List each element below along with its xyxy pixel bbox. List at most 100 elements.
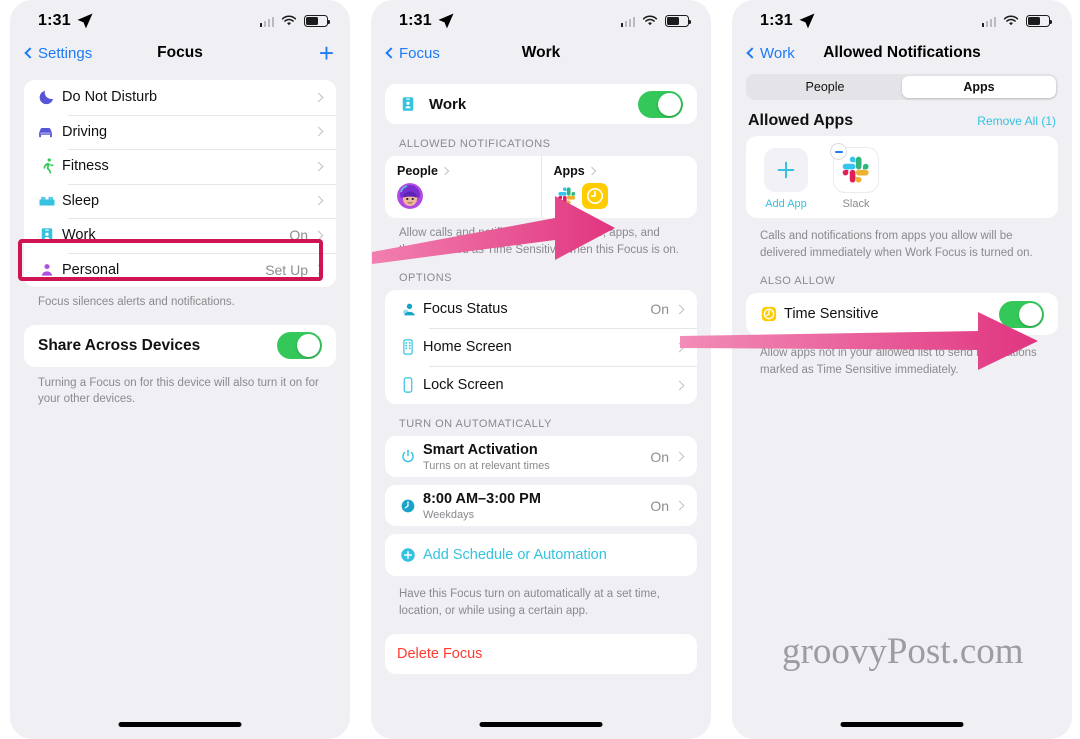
home-indicator [479, 722, 603, 727]
id-badge-icon [399, 95, 423, 113]
list-item-home-screen[interactable]: Home Screen [385, 328, 697, 366]
allowed-apps-header: Allowed Apps Remove All (1) [732, 100, 1072, 136]
work-focus-toggle-row[interactable]: Work [385, 84, 697, 124]
share-footnote: Turning a Focus on for this device will … [38, 376, 319, 406]
status-bar-indicators [259, 15, 331, 27]
focus-list-group: Do Not Disturb Driving Fitness Sleep Wor… [24, 80, 336, 287]
apps-card[interactable]: Apps [540, 156, 698, 218]
work-toggle-group: Work [385, 84, 697, 124]
time-sensitive-label: Time Sensitive [784, 306, 879, 323]
list-item-value: On [289, 227, 308, 244]
share-across-devices-label: Share Across Devices [38, 336, 201, 354]
schedule-title: 8:00 AM–3:00 PM [423, 491, 541, 508]
list-item-label: Lock Screen [423, 377, 504, 394]
allowed-app-slack[interactable]: Slack [830, 143, 882, 210]
add-schedule-or-automation-button[interactable]: Add Schedule or Automation [385, 534, 697, 576]
back-button-label: Work [760, 44, 795, 62]
remove-app-badge-icon[interactable] [830, 143, 847, 160]
list-item-fitness[interactable]: Fitness [24, 149, 336, 184]
focus-status-icon [399, 300, 423, 318]
nav-bar-focus: Settings Focus + [10, 36, 350, 70]
id-badge-icon [38, 226, 62, 244]
chevron-right-icon [313, 126, 324, 137]
list-item-lock-screen[interactable]: Lock Screen [385, 366, 697, 404]
time-sensitive-row[interactable]: Time Sensitive [746, 293, 1058, 335]
chevron-right-icon [313, 195, 324, 206]
list-item-schedule[interactable]: 8:00 AM–3:00 PM Weekdays On [385, 485, 697, 526]
list-item-value: On [650, 497, 669, 514]
location-arrow-icon [438, 13, 454, 29]
location-arrow-icon [799, 13, 815, 29]
chevron-right-icon [587, 166, 596, 176]
smart-activation-title: Smart Activation [423, 442, 538, 459]
status-time: 1:31 [38, 12, 71, 29]
bed-icon [38, 192, 62, 210]
back-button-label: Settings [38, 44, 93, 62]
chevron-right-icon [674, 304, 685, 315]
list-item-label: Do Not Disturb [62, 89, 158, 106]
auto-footnote: Have this Focus turn on automatically at… [399, 588, 660, 618]
time-sensitive-footnote: Allow apps not in your allowed list to s… [760, 347, 1037, 377]
schedule-text: 8:00 AM–3:00 PM Weekdays [423, 485, 650, 526]
nav-bar-work: Focus Work [371, 36, 711, 70]
chevron-right-icon [674, 500, 685, 511]
cellular-bars-icon [981, 16, 996, 27]
back-button-work[interactable]: Work [746, 44, 795, 62]
list-item-sleep[interactable]: Sleep [24, 183, 336, 219]
list-item-label: Fitness [62, 158, 109, 175]
apps-card-title: Apps [553, 164, 585, 178]
remove-all-button[interactable]: Remove All (1) [977, 114, 1056, 128]
tab-apps[interactable]: Apps [902, 76, 1056, 98]
list-item-do-not-disturb[interactable]: Do Not Disturb [24, 80, 336, 115]
list-item-focus-status[interactable]: Focus Status On [385, 290, 697, 328]
back-button-settings[interactable]: Settings [24, 44, 93, 62]
list-item-personal[interactable]: Personal Set Up [24, 252, 336, 288]
people-card-title: People [397, 164, 438, 178]
chevron-left-icon [385, 47, 397, 59]
home-indicator [840, 722, 964, 727]
smart-activation-group: Smart Activation Turns on at relevant ti… [385, 436, 697, 478]
battery-icon [665, 15, 692, 27]
status-time: 1:31 [760, 12, 793, 29]
plus-icon [764, 148, 808, 192]
list-item-label: Sleep [62, 192, 100, 209]
tab-people[interactable]: People [748, 76, 902, 98]
share-across-devices-toggle[interactable] [277, 332, 322, 360]
add-app-button[interactable]: Add App [760, 148, 812, 210]
phone-panel-work-settings: 1:31 Focus Work Work ALLOWED NOTIFICATIO… [371, 0, 711, 739]
list-item-driving[interactable]: Driving [24, 114, 336, 150]
share-across-devices-row[interactable]: Share Across Devices [24, 325, 336, 367]
work-focus-toggle[interactable] [638, 90, 683, 118]
add-focus-button[interactable]: + [319, 40, 334, 66]
memoji-avatar [397, 183, 423, 209]
list-item-work[interactable]: Work On [24, 218, 336, 253]
home-screen-icon [399, 338, 423, 356]
list-item-smart-activation[interactable]: Smart Activation Turns on at relevant ti… [385, 436, 697, 477]
car-icon [38, 123, 62, 141]
people-card-avatars [397, 183, 529, 209]
slack-icon [553, 183, 580, 209]
moon-icon [38, 88, 62, 106]
status-bar: 1:31 [371, 0, 711, 36]
chevron-right-icon [313, 161, 324, 172]
slack-app-label: Slack [842, 198, 870, 210]
schedule-group: 8:00 AM–3:00 PM Weekdays On [385, 485, 697, 527]
chevron-right-icon [440, 166, 450, 176]
list-item-label: Personal [62, 261, 120, 278]
delete-focus-label: Delete Focus [397, 645, 483, 662]
time-sensitive-toggle[interactable] [999, 300, 1044, 328]
delete-focus-button[interactable]: Delete Focus [385, 634, 697, 674]
cellular-bars-icon [620, 16, 635, 27]
power-icon [399, 448, 423, 466]
people-card-header: People [397, 164, 529, 178]
lock-screen-icon [399, 376, 423, 394]
clock-icon [399, 497, 423, 515]
people-card[interactable]: People [385, 156, 541, 218]
turn-on-automatically-header: TURN ON AUTOMATICALLY [399, 418, 552, 431]
add-schedule-group: Add Schedule or Automation [385, 534, 697, 577]
chevron-right-icon [674, 342, 685, 353]
back-button-focus[interactable]: Focus [385, 45, 440, 62]
allowed-notifications-cards: People Apps [385, 156, 697, 218]
chevron-right-icon [313, 92, 324, 103]
allowed-apps-title: Allowed Apps [748, 112, 854, 129]
